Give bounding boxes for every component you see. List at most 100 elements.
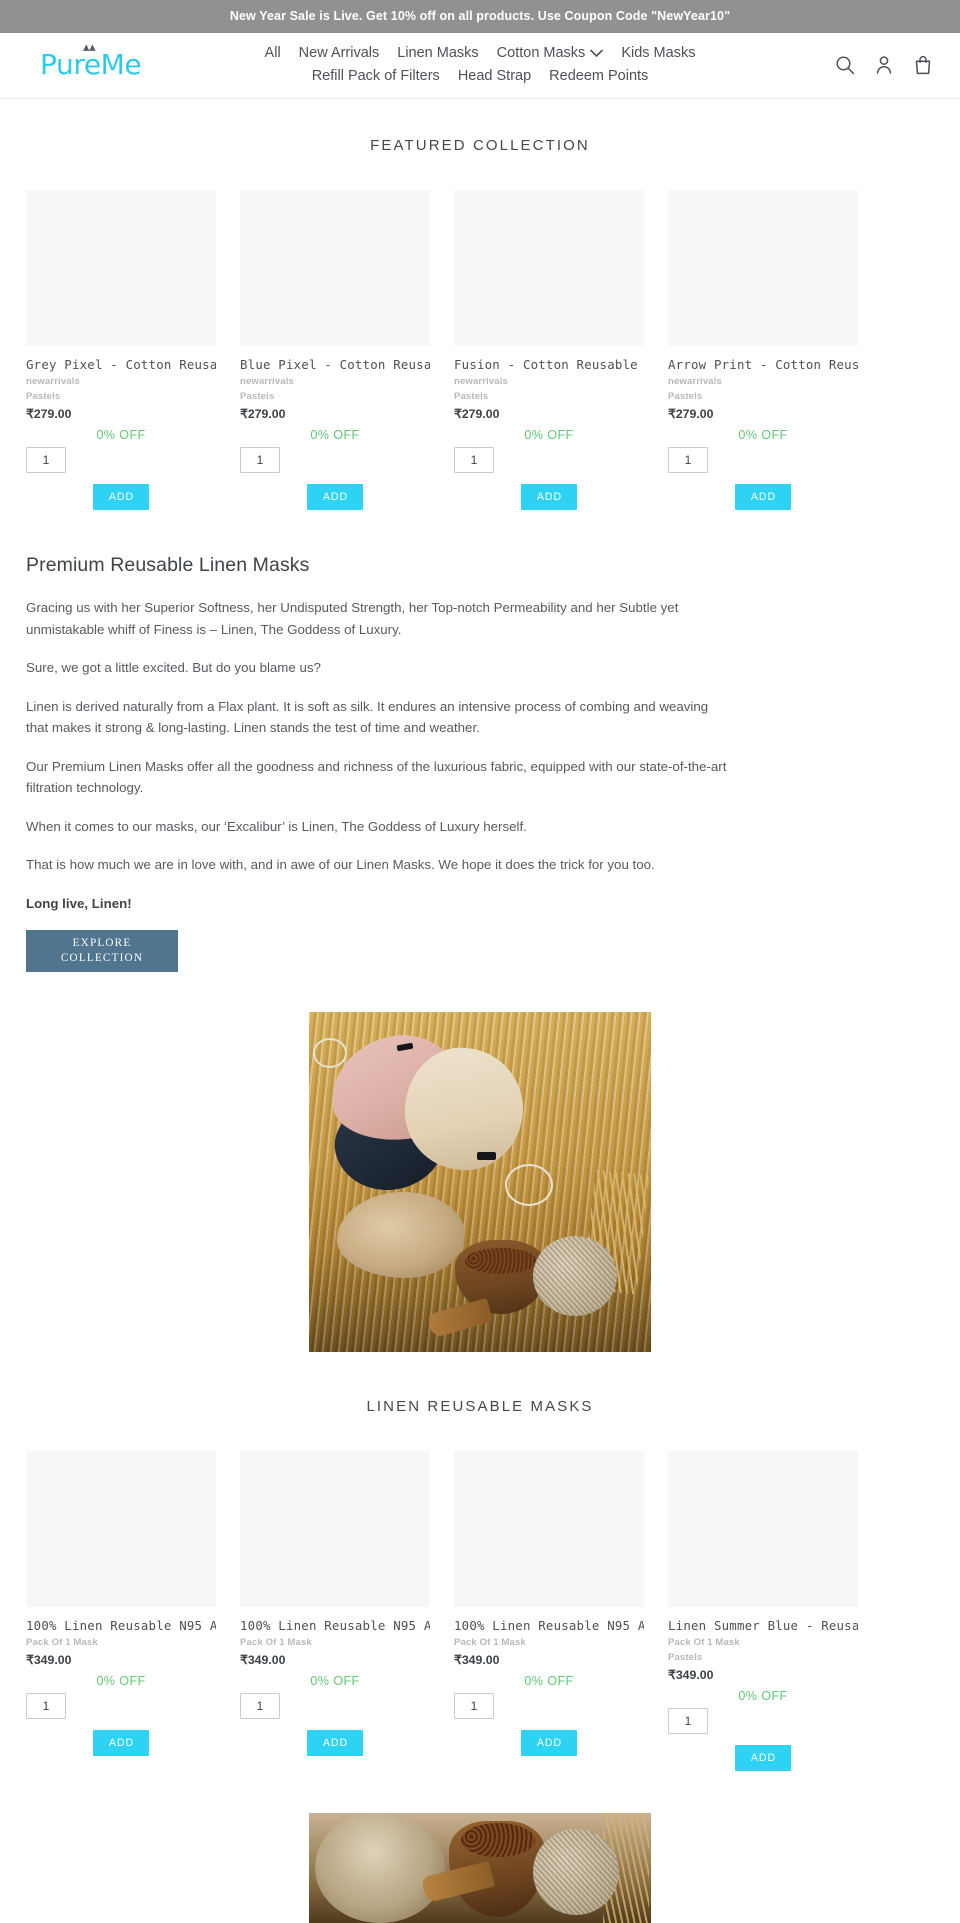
cart-icon[interactable]: [912, 54, 934, 76]
product-card[interactable]: Grey Pixel - Cotton Reusabl newarrivals …: [26, 190, 216, 510]
product-image[interactable]: [668, 190, 858, 346]
nav-item-linen-masks[interactable]: Linen Masks: [388, 45, 487, 61]
product-title[interactable]: Fusion - Cotton Reusable N: [454, 357, 644, 372]
add-to-cart-button[interactable]: ADD: [520, 1730, 578, 1757]
section-heading: Premium Reusable Linen Masks: [26, 554, 310, 576]
product-image[interactable]: [454, 1451, 644, 1608]
nav-item-redeem-points[interactable]: Redeem Points: [540, 68, 657, 84]
product-tag: Pack Of 1 Mask: [668, 1637, 740, 1649]
product-price: ₹279.00: [668, 407, 714, 421]
quantity-input[interactable]: [668, 447, 708, 473]
add-to-cart-button[interactable]: ADD: [734, 484, 792, 510]
nav-label: Head Strap: [457, 68, 532, 84]
product-image[interactable]: [26, 190, 216, 346]
product-card[interactable]: Linen Summer Blue - Reusab Pack Of 1 Mas…: [668, 1451, 858, 1772]
add-row: ADD: [26, 1730, 216, 1757]
product-image[interactable]: [454, 190, 644, 346]
nav-item-cotton-masks[interactable]: Cotton Masks: [488, 45, 613, 61]
quantity-input[interactable]: [26, 447, 66, 473]
product-title[interactable]: Grey Pixel - Cotton Reusabl: [26, 357, 216, 372]
add-row: ADD: [668, 484, 858, 510]
butterfly-mark-icon: ▴▴: [83, 40, 96, 55]
announcement-text: New Year Sale is Live. Get 10% off on al…: [229, 9, 731, 23]
product-image[interactable]: [668, 1451, 858, 1608]
linen-yarn-ball: [533, 1236, 617, 1317]
header-icons: [802, 54, 934, 76]
add-row: ADD: [454, 1730, 644, 1757]
product-tag: newarrivals: [668, 376, 722, 387]
explore-collection-button[interactable]: EXPLORE COLLECTION: [26, 930, 178, 973]
nav-item-refill-pack-of-filters[interactable]: Refill Pack of Filters: [303, 68, 449, 84]
product-card[interactable]: 100% Linen Reusable N95 An Pack Of 1 Mas…: [240, 1451, 430, 1757]
add-to-cart-button[interactable]: ADD: [92, 484, 150, 510]
add-row: ADD: [240, 484, 430, 510]
quantity-row: [454, 447, 644, 473]
quantity-input[interactable]: [240, 447, 280, 473]
add-to-cart-button[interactable]: ADD: [306, 484, 364, 510]
product-image[interactable]: [240, 1451, 430, 1608]
chevron-down-icon: [590, 49, 604, 58]
account-icon[interactable]: [873, 54, 895, 76]
quantity-input[interactable]: [668, 1708, 708, 1735]
product-tag: newarrivals: [26, 376, 80, 387]
quantity-input[interactable]: [240, 1693, 280, 1720]
linen-reusable-masks-title: LINEN REUSABLE MASKS: [366, 1398, 594, 1416]
product-card[interactable]: 100% Linen Reusable N95 An Pack Of 1 Mas…: [454, 1451, 644, 1757]
quantity-row: [26, 447, 216, 473]
featured-product-grid: Grey Pixel - Cotton Reusabl newarrivals …: [0, 154, 960, 510]
product-price: ₹279.00: [454, 407, 500, 421]
product-title[interactable]: 100% Linen Reusable N95 An: [26, 1618, 216, 1633]
featured-collection-title: FEATURED COLLECTION: [370, 137, 590, 154]
quantity-input[interactable]: [26, 1693, 66, 1720]
nav-item-new-arrivals[interactable]: New Arrivals: [290, 45, 389, 61]
product-title[interactable]: Linen Summer Blue - Reusab: [668, 1618, 858, 1633]
add-row: ADD: [26, 484, 216, 510]
nav-item-head-strap[interactable]: Head Strap: [449, 68, 540, 84]
quantity-row: [668, 447, 858, 473]
flax-fibre: [315, 1813, 445, 1923]
product-image[interactable]: [240, 190, 430, 346]
hero-image-wrap: [0, 972, 960, 1353]
quantity-input[interactable]: [454, 447, 494, 473]
product-tag: Pastels: [668, 391, 703, 402]
product-card[interactable]: Arrow Print - Cotton Reusa newarrivals P…: [668, 190, 858, 510]
quantity-row: [240, 1693, 430, 1720]
add-to-cart-button[interactable]: ADD: [306, 1730, 364, 1757]
product-price: ₹349.00: [240, 1653, 286, 1668]
nav-item-kids-masks[interactable]: Kids Masks: [612, 45, 704, 61]
linen-product-grid: 100% Linen Reusable N95 An Pack Of 1 Mas…: [0, 1415, 960, 1772]
quantity-row: [26, 1693, 216, 1720]
product-price: ₹349.00: [668, 1668, 714, 1683]
body-paragraph: When it comes to our masks, our ‘Excalib…: [26, 818, 527, 834]
product-card[interactable]: Blue Pixel - Cotton Reusabl newarrivals …: [240, 190, 430, 510]
search-icon[interactable]: [834, 54, 856, 76]
body-paragraph: Sure, we got a little excited. But do yo…: [26, 660, 321, 676]
product-card[interactable]: 100% Linen Reusable N95 An Pack Of 1 Mas…: [26, 1451, 216, 1757]
add-row: ADD: [240, 1730, 430, 1757]
product-card[interactable]: Fusion - Cotton Reusable N newarrivals P…: [454, 190, 644, 510]
body-paragraph: That is how much we are in love with, an…: [26, 857, 655, 873]
product-tag: Pastels: [668, 1652, 703, 1664]
add-to-cart-button[interactable]: ADD: [92, 1730, 150, 1757]
quantity-input[interactable]: [454, 1693, 494, 1720]
product-image[interactable]: [26, 1451, 216, 1608]
hero-image-2-wrap: [0, 1771, 960, 1923]
product-title[interactable]: 100% Linen Reusable N95 An: [454, 1618, 644, 1633]
product-tag: newarrivals: [454, 376, 508, 387]
product-title[interactable]: Blue Pixel - Cotton Reusabl: [240, 357, 430, 372]
nav-item-all[interactable]: All: [256, 45, 290, 61]
product-title[interactable]: Arrow Print - Cotton Reusa: [668, 357, 858, 372]
product-discount: 0% OFF: [310, 428, 360, 442]
mask-label-tag: [477, 1152, 496, 1161]
product-tag: Pastels: [454, 391, 489, 402]
nav-label: All: [264, 45, 281, 61]
product-price: ₹349.00: [26, 1653, 72, 1668]
add-to-cart-button[interactable]: ADD: [520, 484, 578, 510]
site-logo[interactable]: ▴▴ PureMe: [26, 41, 158, 81]
add-row: ADD: [668, 1745, 858, 1772]
quantity-row: [240, 447, 430, 473]
product-title[interactable]: 100% Linen Reusable N95 An: [240, 1618, 430, 1633]
nav-label: New Arrivals: [298, 45, 380, 61]
product-discount: 0% OFF: [524, 1674, 574, 1689]
add-to-cart-button[interactable]: ADD: [734, 1745, 792, 1772]
